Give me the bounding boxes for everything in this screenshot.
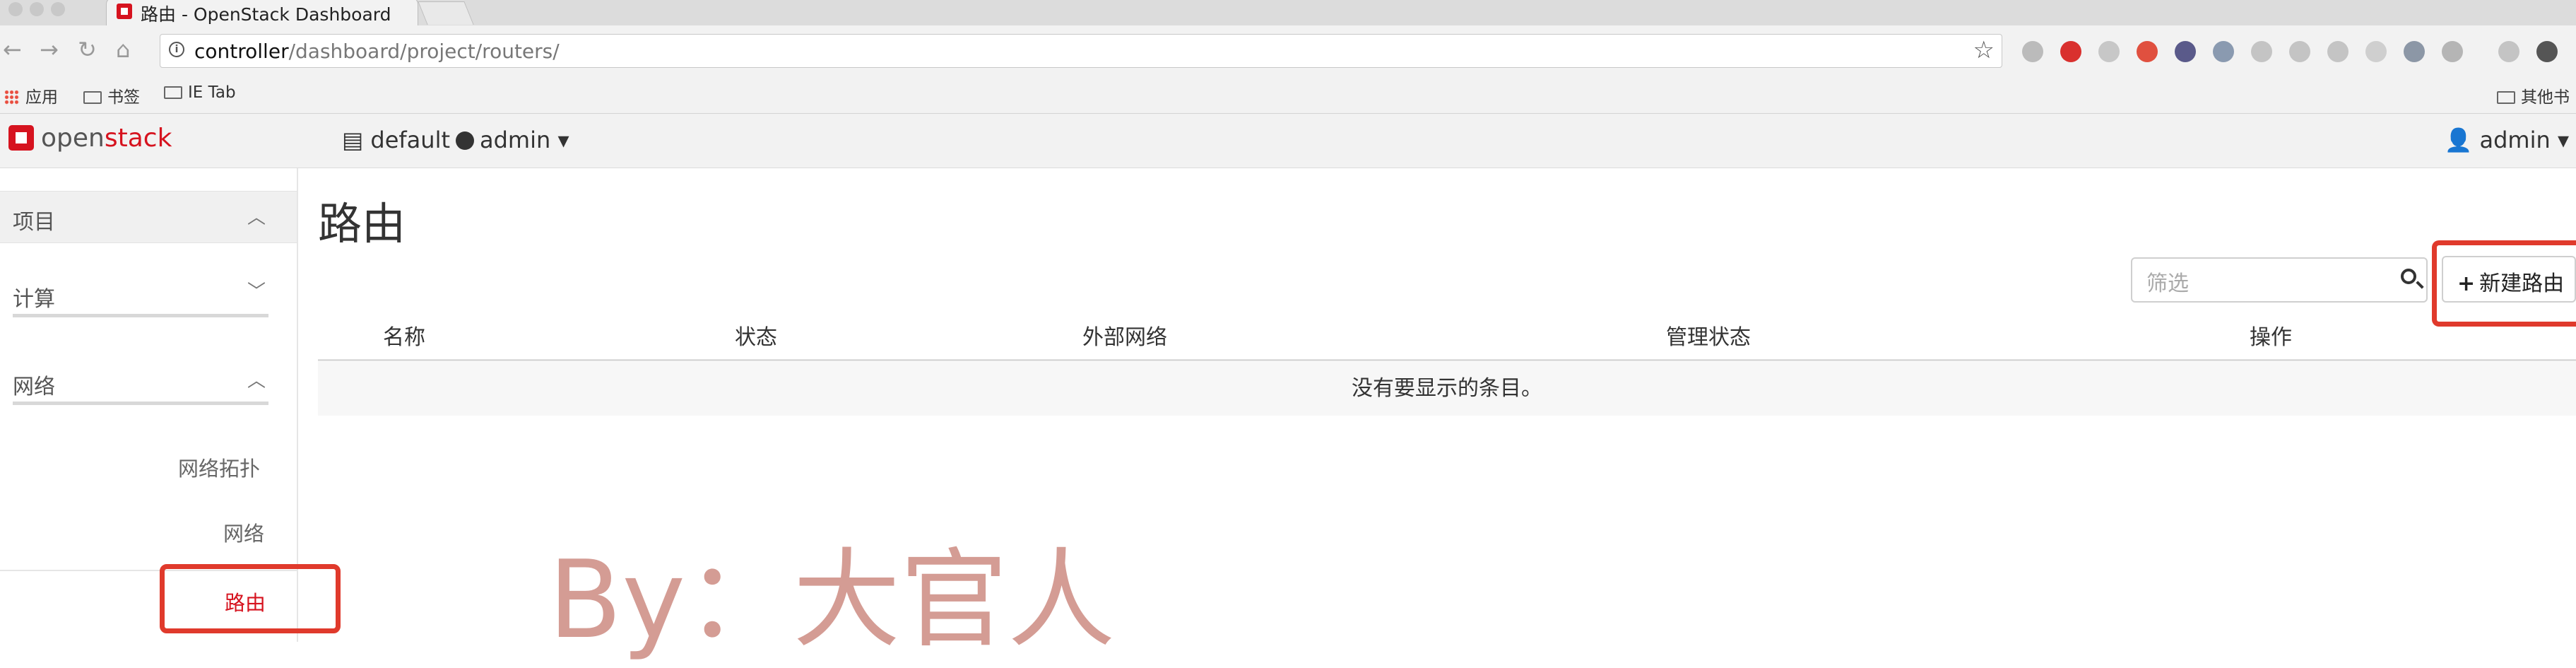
filter-field[interactable]: 筛选	[2131, 257, 2428, 303]
sidebar-section-compute[interactable]: 计算 ﹀	[0, 274, 297, 317]
url-text[interactable]: controller/dashboard/project/routers/	[194, 40, 560, 63]
column-header-admin-state[interactable]: 管理状态	[1666, 320, 1751, 351]
openstack-logo[interactable]: openstack	[8, 124, 172, 153]
home-icon[interactable]: ⌂	[116, 35, 130, 64]
globe-extension-icon[interactable]	[2022, 41, 2043, 62]
close-window-icon[interactable]	[8, 2, 23, 16]
folder-icon	[2497, 91, 2515, 104]
page-title: 路由	[318, 198, 406, 250]
sidebar-section-project[interactable]: 项目 ︿	[0, 191, 297, 243]
reload-icon[interactable]: ↻	[78, 35, 97, 64]
filter-input[interactable]: 筛选	[2146, 266, 2189, 297]
folder-icon	[164, 86, 182, 99]
extension-icon[interactable]	[2442, 41, 2463, 62]
sidebar-item-networks[interactable]: 网络	[223, 517, 264, 547]
bookmark-other[interactable]: 其他书	[2497, 83, 2570, 107]
column-header-actions: 操作	[2250, 325, 2292, 350]
user-menu[interactable]: 👤 admin ▾	[2444, 127, 2569, 153]
bookmarks-bar: 应用 书签 IE Tab 其他书	[0, 76, 2576, 114]
sidebar-item-network-topology[interactable]: 网络拓扑	[178, 452, 260, 482]
project-list-icon: ▤	[342, 127, 364, 153]
back-icon[interactable]: ←	[3, 35, 22, 64]
address-bar[interactable]: i controller/dashboard/project/routers/ …	[160, 34, 2002, 68]
table-empty-row: 没有要显示的条目。	[318, 362, 2576, 416]
maximize-window-icon[interactable]	[51, 2, 65, 16]
caret-down-icon: ▾	[2557, 127, 2569, 153]
bookmark-folder[interactable]: 书签	[83, 83, 140, 107]
bookmark-apps[interactable]: 应用	[4, 83, 58, 107]
sidebar-divider	[13, 314, 268, 317]
minimize-window-icon[interactable]	[30, 2, 44, 16]
user-icon: 👤	[2444, 127, 2473, 153]
extension-icon[interactable]	[2213, 41, 2234, 62]
forward-icon[interactable]: →	[40, 35, 59, 64]
column-header-status[interactable]: 状态	[735, 320, 777, 351]
highlight-box-routers	[160, 564, 341, 633]
extension-icon[interactable]	[2175, 41, 2196, 62]
extension-icon[interactable]	[2098, 41, 2120, 62]
chevron-up-icon: ︿	[247, 370, 266, 392]
column-header-external-network[interactable]: 外部网络	[1082, 320, 1167, 351]
project-selector[interactable]: ▤ default admin ▾	[342, 127, 569, 153]
extension-icon[interactable]	[2404, 41, 2425, 62]
bookmark-star-icon[interactable]: ☆	[1973, 36, 1995, 64]
wordpress-extension-icon[interactable]	[2289, 41, 2310, 62]
table-header: 名称 状态 外部网络 管理状态 操作	[318, 305, 2576, 361]
bookmark-ie-tab[interactable]: IE Tab	[164, 83, 236, 102]
openstack-header: openstack ▤ default admin ▾ 👤 admin ▾	[0, 114, 2576, 168]
search-icon[interactable]	[2401, 269, 2416, 284]
openstack-favicon-icon	[117, 4, 132, 19]
openstack-logo-icon	[8, 125, 34, 151]
browser-toolbar: ← → ↻ ⌂ i controller/dashboard/project/r…	[0, 25, 2576, 76]
browser-tab-bar: 路由 - OpenStack Dashboard	[0, 0, 2576, 26]
sidebar-divider	[13, 402, 268, 405]
chevron-down-icon: ﹀	[247, 281, 266, 303]
column-header-name[interactable]: 名称	[383, 320, 425, 351]
tab-title: 路由 - OpenStack Dashboard	[141, 4, 391, 25]
browser-tab-active[interactable]: 路由 - OpenStack Dashboard	[106, 0, 418, 26]
watermark-text: By：大官人	[548, 537, 1116, 662]
separator-dot-icon	[456, 131, 474, 150]
info-icon[interactable]: i	[169, 42, 184, 57]
profile-extension-icon[interactable]	[2536, 41, 2558, 62]
caret-down-icon: ▾	[557, 127, 569, 153]
apps-icon	[4, 90, 20, 105]
extension-icon[interactable]	[2498, 41, 2519, 62]
folder-icon	[83, 91, 102, 104]
new-tab-button[interactable]	[418, 1, 474, 25]
sidebar-section-network[interactable]: 网络 ︿	[0, 362, 297, 405]
extension-icon[interactable]	[2365, 41, 2387, 62]
search-extension-icon[interactable]	[2137, 41, 2158, 62]
extension-icon[interactable]	[2251, 41, 2272, 62]
chevron-up-icon: ︿	[247, 207, 266, 228]
extension-icon[interactable]	[2327, 41, 2348, 62]
adblock-extension-icon[interactable]	[2060, 41, 2081, 62]
